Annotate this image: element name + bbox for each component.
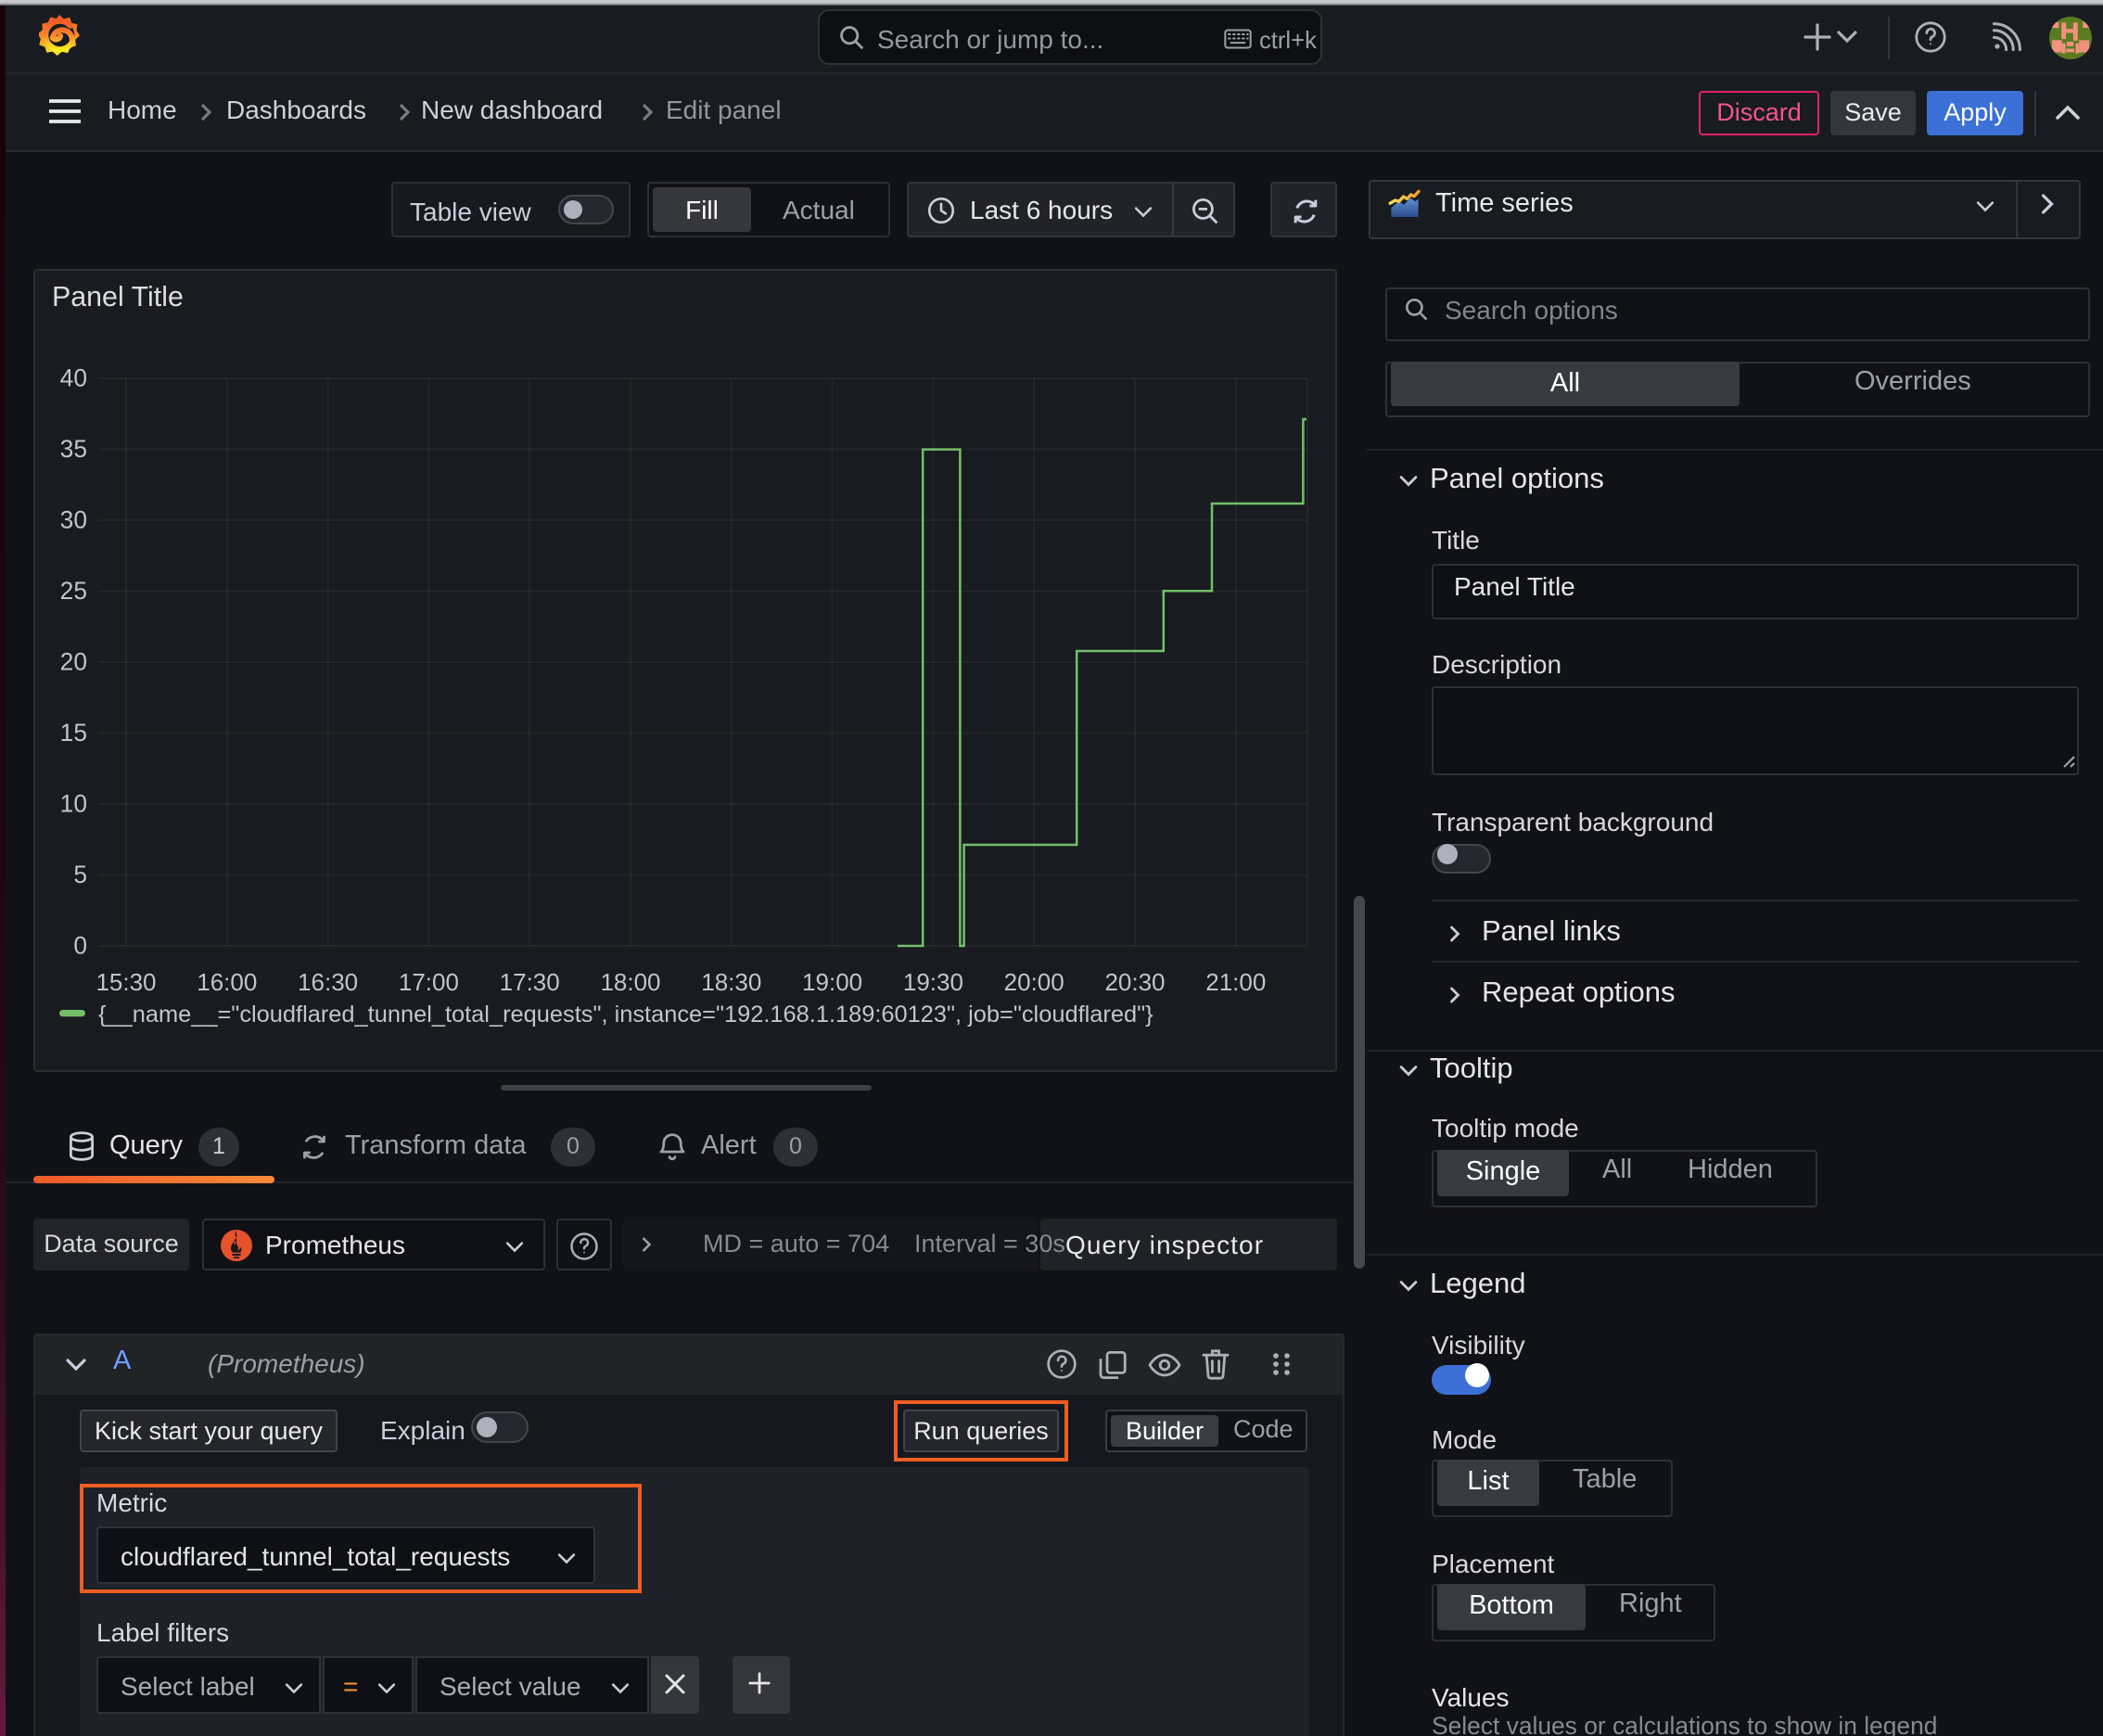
svg-text:18:30: 18:30 (701, 968, 761, 996)
svg-text:40: 40 (60, 364, 87, 392)
svg-text:20:30: 20:30 (1104, 968, 1165, 996)
svg-text:21:00: 21:00 (1205, 968, 1266, 996)
svg-text:17:00: 17:00 (399, 968, 459, 996)
svg-text:19:00: 19:00 (802, 968, 862, 996)
svg-text:0: 0 (73, 932, 87, 960)
svg-text:18:00: 18:00 (600, 968, 660, 996)
svg-text:17:30: 17:30 (500, 968, 560, 996)
svg-text:15: 15 (60, 719, 87, 747)
svg-text:{__name__="cloudflared_tunnel_: {__name__="cloudflared_tunnel_total_requ… (98, 1002, 1153, 1028)
svg-text:19:30: 19:30 (903, 968, 963, 996)
svg-text:35: 35 (60, 435, 87, 463)
svg-text:20:00: 20:00 (1004, 968, 1064, 996)
svg-text:30: 30 (60, 506, 87, 534)
svg-text:5: 5 (73, 861, 87, 888)
svg-text:15:30: 15:30 (96, 968, 156, 996)
svg-text:20: 20 (60, 648, 87, 676)
svg-text:16:00: 16:00 (197, 968, 257, 996)
svg-text:10: 10 (60, 790, 87, 818)
svg-text:25: 25 (60, 577, 87, 605)
svg-text:16:30: 16:30 (298, 968, 358, 996)
